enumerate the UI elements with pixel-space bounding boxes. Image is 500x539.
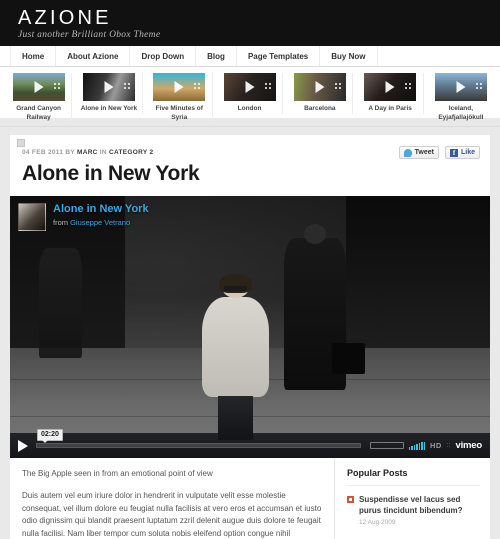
- grid-dots-icon: [123, 83, 132, 91]
- avatar: [18, 203, 46, 231]
- thumbnail-image: [153, 73, 206, 101]
- page-root: AZIONE Just another Brilliant Obox Theme…: [0, 0, 500, 539]
- carousel-item[interactable]: Iceland, Eyjafjallajökull: [428, 73, 494, 122]
- nav-item-drop-down[interactable]: Drop Down: [130, 46, 197, 66]
- tweet-button[interactable]: Tweet: [398, 146, 439, 159]
- thumbnail-image: [82, 73, 135, 101]
- video-thumbnail-carousel: Grand Canyon Railway Alone in New York F…: [0, 67, 500, 127]
- list-item[interactable]: Suspendisse vel lacus sed purus tincidun…: [347, 494, 480, 526]
- post-lead: The Big Apple seen in from an emotional …: [22, 469, 213, 478]
- carousel-item[interactable]: A Day in Paris: [357, 73, 424, 114]
- play-icon: [385, 81, 395, 93]
- post-format-icon: [17, 139, 25, 147]
- main-navigation: Home About Azione Drop Down Blog Page Te…: [0, 46, 500, 67]
- page-title: Alone in New York: [22, 162, 200, 185]
- video-frame: [10, 196, 490, 458]
- carousel-item[interactable]: Alone in New York: [76, 73, 143, 114]
- post-meta-by: BY: [65, 149, 75, 156]
- share-buttons: Tweet f Like: [398, 146, 480, 159]
- bullet-icon: [347, 496, 354, 503]
- play-button[interactable]: [18, 439, 28, 452]
- grid-dots-icon: [194, 83, 202, 91]
- video-player[interactable]: Alone in New York from Giuseppe Vetrano …: [10, 196, 490, 458]
- carousel-item-label: Barcelona: [304, 105, 336, 112]
- nav-item-blog[interactable]: Blog: [196, 46, 237, 66]
- popular-posts-heading: Popular Posts: [347, 468, 480, 486]
- play-icon: [34, 81, 44, 93]
- carousel-item[interactable]: Barcelona: [287, 73, 354, 114]
- video-time-tooltip: 02:20: [37, 429, 63, 443]
- twitter-bird-icon: [403, 148, 412, 157]
- tweet-button-label: Tweet: [414, 149, 434, 156]
- video-from-label: from: [53, 218, 68, 227]
- thumbnail-image: [12, 73, 65, 101]
- post-category[interactable]: CATEGORY 2: [109, 149, 153, 156]
- video-byline: from Giuseppe Vetrano: [53, 218, 149, 227]
- video-progress-bar[interactable]: 02:20: [36, 429, 361, 448]
- play-icon: [456, 81, 466, 93]
- thumbnail-image: [223, 73, 276, 101]
- popular-post-title[interactable]: Suspendisse vel lacus sed purus tincidun…: [359, 494, 480, 516]
- volume-level-icon: [408, 441, 425, 450]
- video-controls-right: HD :: vimeo: [369, 440, 483, 451]
- nav-item-home[interactable]: Home: [10, 46, 57, 66]
- play-icon: [174, 81, 184, 93]
- carousel-item-label: London: [237, 105, 262, 112]
- vimeo-logo[interactable]: vimeo: [456, 440, 483, 451]
- play-icon: [315, 81, 325, 93]
- grid-dots-icon: [334, 83, 343, 91]
- carousel-item-label: Grand Canyon Railway: [16, 105, 62, 121]
- grid-dots-icon: [264, 83, 273, 91]
- carousel-item[interactable]: Five Minutes of Syria: [147, 73, 213, 122]
- content-columns: The Big Apple seen in from an emotional …: [10, 458, 490, 539]
- nav-item-page-templates[interactable]: Page Templates: [237, 46, 321, 66]
- video-title[interactable]: Alone in New York: [53, 203, 149, 216]
- site-title: AZIONE: [18, 7, 112, 29]
- grid-dots-icon: [405, 83, 413, 91]
- post-body-column: The Big Apple seen in from an emotional …: [10, 458, 335, 539]
- carousel-item[interactable]: London: [217, 73, 284, 114]
- nav-item-buy-now[interactable]: Buy Now: [320, 46, 378, 66]
- thumbnail-image: [434, 73, 487, 101]
- video-title-overlay: Alone in New York from Giuseppe Vetrano: [18, 203, 149, 231]
- controls-separator: ::: [446, 442, 451, 449]
- grid-dots-icon: [53, 83, 62, 91]
- like-button-label: Like: [460, 149, 475, 156]
- facebook-icon: f: [449, 148, 458, 157]
- post-body: Duis autem vel eum iriure dolor in hendr…: [22, 491, 322, 538]
- post-meta-in: IN: [99, 149, 107, 156]
- facebook-like-button[interactable]: f Like: [444, 146, 480, 159]
- site-tagline: Just another Brilliant Obox Theme: [18, 30, 161, 40]
- thumbnail-image: [364, 73, 417, 101]
- play-icon: [104, 81, 114, 93]
- volume-slider[interactable]: [369, 442, 404, 449]
- popular-post-date: 12 Aug 2009: [359, 519, 396, 526]
- carousel-item-label: Five Minutes of Syria: [155, 105, 203, 121]
- site-masthead: AZIONE Just another Brilliant Obox Theme: [0, 0, 500, 46]
- play-icon: [245, 81, 255, 93]
- post-header: 04 FEB 2011 BY MARC IN CATEGORY 2 Alone …: [10, 135, 490, 196]
- video-author[interactable]: Giuseppe Vetrano: [70, 218, 130, 227]
- grid-dots-icon: [475, 83, 484, 91]
- carousel-item[interactable]: Grand Canyon Railway: [6, 73, 73, 122]
- hd-toggle-button[interactable]: HD: [430, 441, 442, 450]
- carousel-item-label: Iceland, Eyjafjallajökull: [438, 105, 484, 121]
- post-author[interactable]: MARC: [77, 149, 98, 156]
- carousel-item-label: A Day in Paris: [368, 105, 412, 112]
- post-date: 04 FEB 2011: [22, 149, 64, 156]
- thumbnail-image: [293, 73, 346, 101]
- nav-item-about-azione[interactable]: About Azione: [56, 46, 131, 66]
- content-container: 04 FEB 2011 BY MARC IN CATEGORY 2 Alone …: [10, 135, 490, 539]
- video-controls: 02:20 HD :: vimeo: [10, 429, 490, 458]
- sidebar: Popular Posts Suspendisse vel lacus sed …: [335, 458, 490, 539]
- carousel-item-label: Alone in New York: [80, 105, 138, 112]
